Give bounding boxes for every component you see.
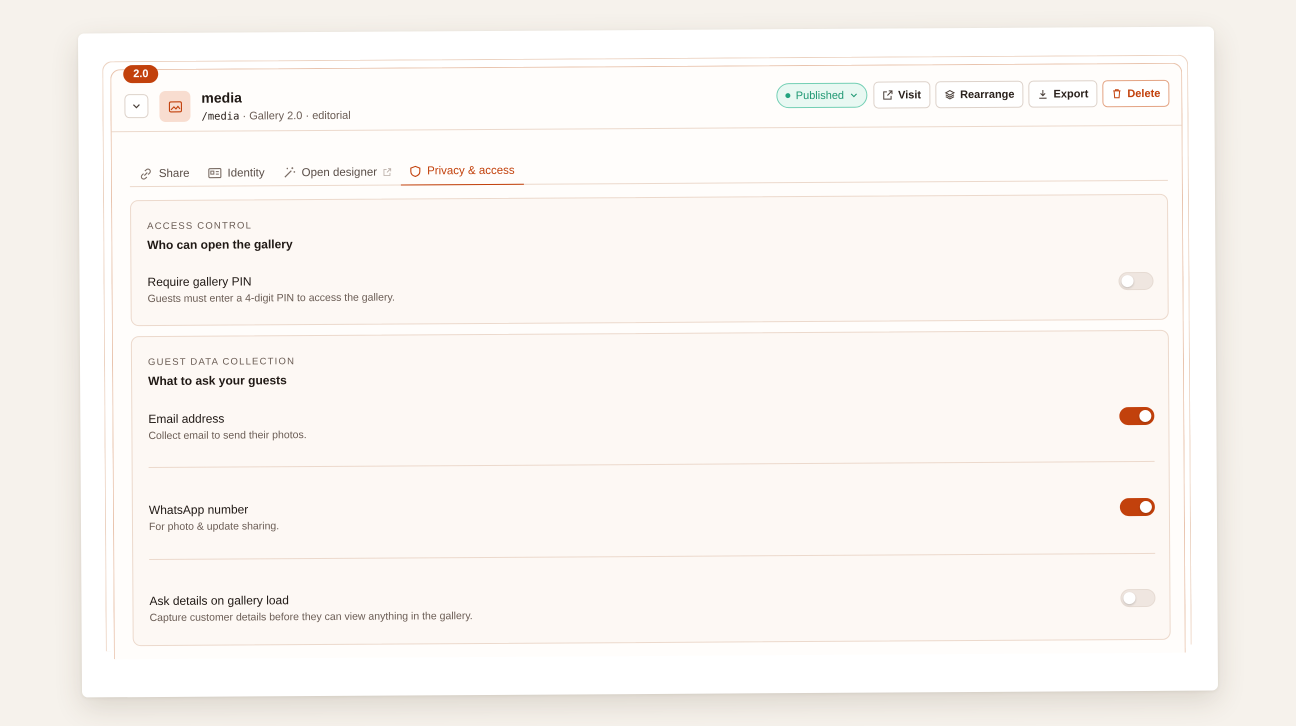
toggle-knob — [1123, 592, 1136, 605]
gallery-meta: · Gallery 2.0 · editorial — [242, 109, 351, 123]
rearrange-label: Rearrange — [960, 88, 1015, 101]
status-dot — [785, 93, 791, 99]
status-label: Published — [795, 89, 845, 102]
guest-data-section: GUEST DATA COLLECTION What to ask your g… — [130, 329, 1171, 647]
setting-description: Collect email to send their photos. — [148, 429, 307, 443]
divider — [148, 460, 1155, 469]
setting-label: Ask details on gallery load — [149, 593, 289, 609]
section-title: Who can open the gallery — [147, 237, 293, 253]
status-dropdown[interactable]: Published — [776, 82, 868, 109]
section-eyebrow: ACCESS CONTROL — [147, 220, 253, 233]
link-icon — [139, 168, 153, 180]
gallery-thumbnail — [159, 90, 191, 122]
setting-row-whatsapp: WhatsApp number For photo & update shari… — [149, 497, 1155, 533]
setting-description: Capture customer details before they can… — [149, 610, 473, 625]
require-pin-toggle[interactable] — [1118, 271, 1154, 291]
setting-label: WhatsApp number — [148, 502, 249, 518]
toggle-knob — [1121, 275, 1134, 288]
rearrange-button[interactable]: Rearrange — [934, 80, 1024, 109]
delete-button[interactable]: Delete — [1102, 79, 1170, 108]
gallery-path: /media — [201, 110, 240, 123]
delete-label: Delete — [1127, 87, 1161, 100]
trash-icon — [1111, 88, 1122, 99]
chevron-down-icon — [131, 101, 141, 111]
gallery-title: media — [201, 89, 242, 106]
setting-row-email: Email address Collect email to send thei… — [148, 406, 1155, 443]
visit-button[interactable]: Visit — [872, 81, 931, 109]
setting-description: For photo & update sharing. — [148, 520, 280, 534]
image-icon — [168, 100, 182, 112]
section-title: What to ask your guests — [148, 373, 287, 389]
external-link-icon — [383, 168, 392, 177]
chevron-down-icon — [849, 91, 858, 100]
tab-label: Share — [158, 167, 190, 180]
gallery-card: 2.0 media /media · Gallery 2.0 · editori… — [110, 62, 1186, 660]
page-sheet: 2.0 media /media · Gallery 2.0 · editori… — [77, 26, 1219, 698]
export-button[interactable]: Export — [1028, 80, 1098, 108]
email-toggle[interactable] — [1119, 406, 1155, 426]
settings-tabs: Share Identity Open designer Privacy & a… — [129, 153, 1168, 188]
setting-row-ask-details: Ask details on gallery load Capture cust… — [149, 588, 1156, 625]
gallery-subtitle: /media · Gallery 2.0 · editorial — [201, 110, 350, 123]
id-card-icon — [207, 168, 222, 179]
tab-label: Identity — [227, 166, 265, 180]
setting-description: Guests must enter a 4-digit PIN to acces… — [147, 291, 395, 306]
download-icon — [1037, 89, 1048, 100]
layers-icon — [944, 89, 955, 100]
setting-row-require-pin: Require gallery PIN Guests must enter a … — [147, 269, 1154, 306]
tab-label: Open designer — [301, 166, 378, 179]
tab-label: Privacy & access — [427, 164, 515, 178]
access-control-section: ACCESS CONTROL Who can open the gallery … — [130, 193, 1169, 327]
magic-wand-icon — [283, 166, 296, 179]
ask-details-toggle[interactable] — [1120, 588, 1156, 608]
tab-share[interactable]: Share — [130, 160, 199, 187]
divider — [149, 552, 1156, 561]
whatsapp-toggle[interactable] — [1119, 497, 1155, 517]
toggle-knob — [1139, 500, 1152, 513]
export-label: Export — [1053, 87, 1089, 101]
setting-label: Require gallery PIN — [147, 274, 252, 290]
section-eyebrow: GUEST DATA COLLECTION — [147, 356, 296, 369]
header-actions: Published Visit Rearrange Export Delete — [776, 79, 1170, 109]
setting-label: Email address — [148, 411, 225, 427]
tab-privacy-access[interactable]: Privacy & access — [400, 157, 524, 186]
shield-icon — [410, 165, 421, 177]
gallery-header: media /media · Gallery 2.0 · editorial P… — [111, 63, 1182, 133]
tab-identity[interactable]: Identity — [198, 159, 273, 186]
visit-label: Visit — [898, 88, 922, 101]
external-link-icon — [882, 89, 893, 100]
tab-open-designer[interactable]: Open designer — [274, 159, 402, 187]
toggle-knob — [1139, 409, 1152, 422]
collapse-button[interactable] — [124, 94, 149, 119]
